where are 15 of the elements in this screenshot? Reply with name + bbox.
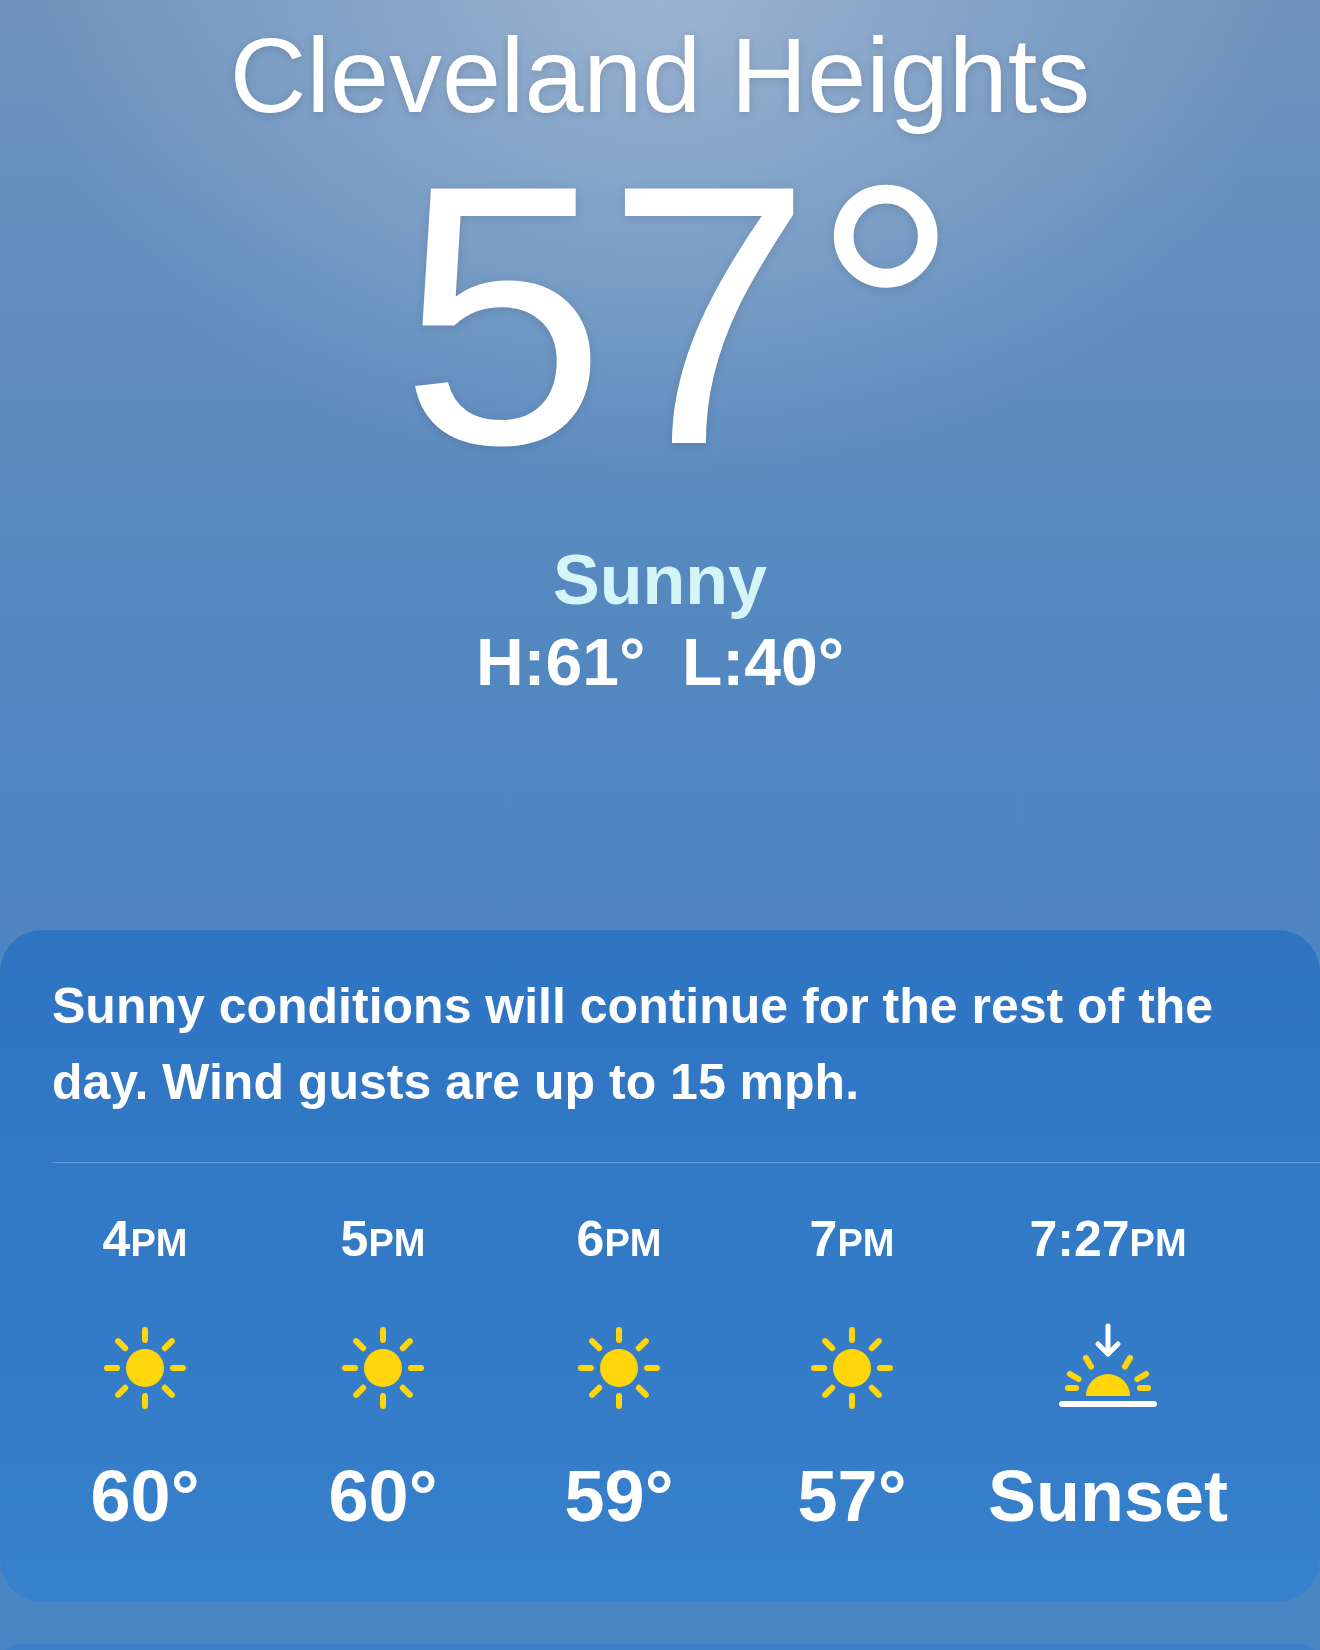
hour-label: 7:27PM xyxy=(1029,1210,1187,1269)
hour-label: 6PM xyxy=(576,1210,662,1269)
hour-temperature: 60° xyxy=(328,1455,438,1538)
hour-temperature: 57° xyxy=(797,1455,907,1538)
hour-label: 4PM xyxy=(102,1210,188,1269)
hour-label: 5PM xyxy=(340,1210,426,1269)
weather-condition: Sunny xyxy=(553,540,767,621)
hour-temperature: Sunset xyxy=(987,1455,1228,1538)
hour-temperature: 60° xyxy=(90,1455,200,1538)
city-name: Cleveland Heights xyxy=(229,15,1091,136)
hour-label: 7PM xyxy=(809,1210,895,1269)
hour-temperature: 59° xyxy=(564,1455,674,1538)
high-low-temperature: H:61° L:40° xyxy=(475,624,845,701)
forecast-summary: Sunny conditions will continue for the rest of the day. Wind gusts are up to 15 mph. xyxy=(52,977,1215,1112)
current-temperature: 57° xyxy=(400,140,960,490)
